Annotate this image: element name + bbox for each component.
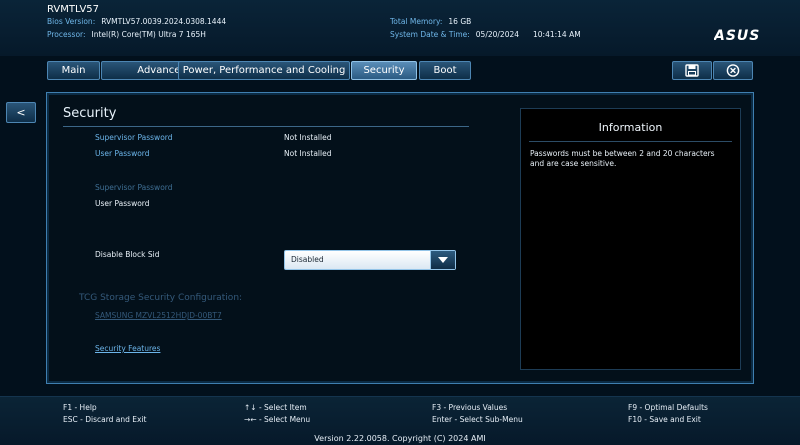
exit-button[interactable]: [713, 61, 753, 80]
bios-version-label: Bios Version:: [47, 17, 96, 26]
asus-logo-text: ASUS: [714, 28, 760, 43]
information-title: Information: [598, 121, 663, 134]
supervisor-password-status-label: Supervisor Password: [95, 133, 173, 142]
datetime-label: System Date & Time:: [390, 30, 470, 39]
hotkey-esc: ESC - Discard and Exit: [63, 415, 147, 424]
hotkey-select-menu: →← - Select Menu: [244, 415, 311, 424]
hotkey-f9: F9 - Optimal Defaults: [628, 403, 708, 412]
save-icon: [685, 64, 699, 77]
title-divider: [63, 126, 469, 127]
hotkey-f1: F1 - Help: [63, 403, 97, 412]
memory-label: Total Memory:: [390, 17, 443, 26]
processor-value: Intel(R) Core(TM) Ultra 7 165H: [91, 30, 206, 39]
tcg-storage-device[interactable]: SAMSUNG MZVL2512HDJD-00BT7: [95, 311, 222, 320]
information-panel: Information Passwords must be between 2 …: [520, 108, 741, 370]
tcg-storage-heading: TCG Storage Security Configuration:: [79, 293, 243, 303]
version-footer: Version 2.22.0058. Copyright (C) 2024 AM…: [314, 434, 486, 443]
date-value: 05/20/2024: [475, 30, 520, 39]
tab-power-performance-cooling[interactable]: Power, Performance and Cooling: [178, 61, 350, 80]
disable-block-sid-value: Disabled: [291, 255, 324, 264]
close-circle-icon: [726, 64, 740, 77]
user-password-status-label: User Password: [95, 149, 150, 158]
memory-info: Total Memory: 16 GB: [390, 17, 471, 26]
set-supervisor-password[interactable]: Supervisor Password: [95, 183, 173, 192]
processor-info: Processor: Intel(R) Core(TM) Ultra 7 165H: [47, 30, 206, 39]
user-password-status-value: Not Installed: [284, 149, 332, 158]
back-button[interactable]: <: [6, 102, 36, 123]
time-value: 10:41:14 AM: [533, 30, 581, 39]
system-datetime: System Date & Time: 05/20/2024 10:41:14 AM: [390, 30, 581, 39]
memory-value: 16 GB: [448, 17, 472, 26]
disable-block-sid-dropdown[interactable]: Disabled: [284, 250, 456, 270]
save-button[interactable]: [672, 61, 712, 80]
model-name: RVMTLV57: [47, 4, 100, 15]
processor-label: Processor:: [47, 30, 86, 39]
information-text: Passwords must be between 2 and 20 chara…: [530, 149, 715, 168]
dropdown-toggle[interactable]: [430, 251, 455, 269]
hotkey-f3: F3 - Previous Values: [432, 403, 508, 412]
information-divider: [529, 141, 732, 142]
hotkey-enter: Enter - Select Sub-Menu: [432, 415, 523, 424]
bios-version-value: RVMTLV57.0039.2024.0308.1444: [101, 17, 227, 26]
tab-boot[interactable]: Boot: [419, 61, 471, 80]
bios-version: Bios Version: RVMTLV57.0039.2024.0308.144…: [47, 17, 226, 26]
tab-main[interactable]: Main: [47, 61, 100, 80]
chevron-down-icon: [438, 257, 448, 263]
page-title: Security: [63, 106, 117, 121]
asus-logo: ASUS: [713, 27, 772, 44]
supervisor-password-status-value: Not Installed: [284, 133, 332, 142]
tab-security[interactable]: Security: [351, 61, 417, 80]
set-user-password[interactable]: User Password: [95, 199, 150, 208]
security-features-link[interactable]: Security Features: [95, 344, 160, 353]
hotkey-f10: F10 - Save and Exit: [628, 415, 701, 424]
disable-block-sid-label: Disable Block Sid: [95, 250, 160, 259]
hotkey-select-item: ↑↓ - Select Item: [244, 403, 307, 412]
header-bar: [0, 0, 800, 56]
